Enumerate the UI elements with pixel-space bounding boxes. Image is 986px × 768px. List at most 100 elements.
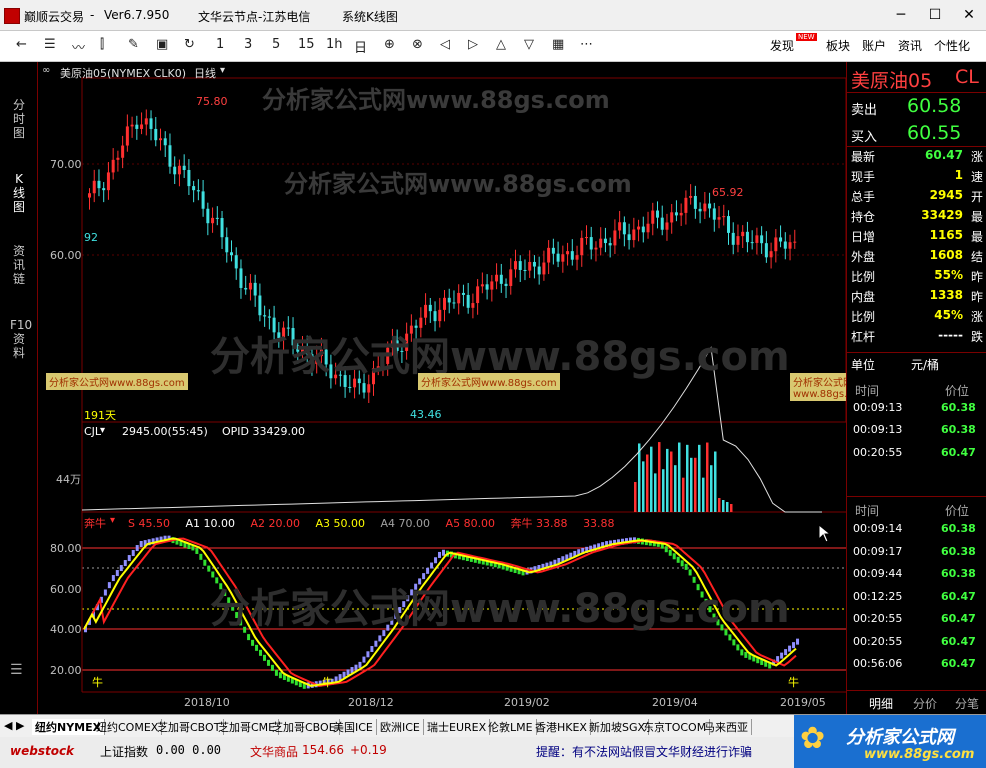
tab-ticks[interactable]: 分笔 xyxy=(955,695,979,712)
minimize-icon[interactable]: ─ xyxy=(884,0,918,30)
line-chart-icon[interactable]: 〰 xyxy=(72,37,85,56)
ind-tick-60: 60.00 xyxy=(50,583,82,596)
detail-tabs: 明细 分价 分笔 xyxy=(847,690,986,715)
tick-time: 00:56:06 xyxy=(853,657,903,670)
draw-icon[interactable]: ✎ xyxy=(128,37,139,52)
volume-bar xyxy=(682,477,685,512)
notice-text[interactable]: 提醒：有不法网站假冒文华财经进行诈骗 xyxy=(536,743,752,760)
down-icon[interactable]: ▽ xyxy=(524,37,534,52)
exchange-tab[interactable]: 芝加哥CBOT xyxy=(154,719,225,735)
candle-body xyxy=(736,236,740,245)
tab-detail[interactable]: 明细 xyxy=(869,695,893,712)
indicator-bar xyxy=(203,559,207,566)
time-header: 时间 xyxy=(855,384,880,398)
period-1h[interactable]: 1h xyxy=(326,37,343,52)
list-icon[interactable]: ☰ xyxy=(44,37,56,52)
indicator-bar xyxy=(664,546,668,553)
period-selector[interactable]: 日线 xyxy=(194,65,216,81)
indicator-bar xyxy=(426,567,430,574)
volume-chevron-icon[interactable]: ▾ xyxy=(100,425,105,436)
period-15[interactable]: 15 xyxy=(298,37,315,52)
exchange-tab[interactable]: 欧洲ICE xyxy=(377,719,424,735)
candle-body xyxy=(182,165,186,171)
row-value: 1338 xyxy=(929,288,963,302)
toolbar-discover[interactable]: 发现 xyxy=(770,37,794,54)
refresh-icon[interactable]: ↻ xyxy=(184,37,195,52)
save-icon[interactable]: ▣ xyxy=(156,37,168,52)
mouse-cursor-icon xyxy=(818,524,832,543)
quote-name: 美原油05 xyxy=(851,70,933,92)
toolbar-account[interactable]: 账户 xyxy=(862,37,886,54)
toolbar-sector[interactable]: 板块 xyxy=(826,37,850,54)
period-3[interactable]: 3 xyxy=(244,37,252,52)
indicator-bar xyxy=(251,639,255,646)
period-day[interactable]: 日 xyxy=(354,37,367,56)
candle-body xyxy=(248,282,252,290)
left-arrow-icon[interactable]: ◁ xyxy=(440,37,450,52)
tab-scroll-left-icon[interactable]: ◀ xyxy=(4,719,12,732)
candle-body xyxy=(234,255,238,269)
toolbar-news[interactable]: 资讯 xyxy=(898,37,922,54)
exchange-tab[interactable]: 马来西亚 xyxy=(701,719,752,735)
param-a1: A1 10.00 xyxy=(185,517,235,530)
tab-f10[interactable]: F10资料 xyxy=(10,318,32,360)
candle-body xyxy=(523,269,527,271)
param-bull: 奔牛 33.88 xyxy=(510,517,568,530)
param-a3: A3 50.00 xyxy=(315,517,366,530)
kline-chart[interactable]: ∞ 美原油05(NYMEX CLK0) 日线 ▾ 分析家公式网www.88gs.… xyxy=(38,62,872,714)
close-icon[interactable]: ✕ xyxy=(952,0,986,30)
volume-name[interactable]: CJL xyxy=(84,425,101,438)
candle-body xyxy=(618,222,622,231)
banner-url: www.88gs.com xyxy=(864,747,975,762)
indicator-bar xyxy=(788,645,792,652)
period-5[interactable]: 5 xyxy=(272,37,280,52)
indicator-bar xyxy=(131,550,135,557)
exchange-tab[interactable]: 纽约COMEX xyxy=(93,719,163,735)
volume-bar xyxy=(730,504,733,512)
ind-tick-20: 20.00 xyxy=(50,664,82,677)
tab-news-chain[interactable]: 资讯链 xyxy=(10,244,28,286)
tab-timeshare[interactable]: 分时图 xyxy=(10,98,28,140)
candle-body xyxy=(428,304,432,312)
indicator-bar xyxy=(107,582,111,589)
back-icon[interactable]: ← xyxy=(16,37,27,52)
exchange-tab[interactable]: 伦敦LME xyxy=(485,719,537,735)
row-extra: 最 xyxy=(970,210,983,224)
period-1[interactable]: 1 xyxy=(216,37,224,52)
exchange-tab[interactable]: 东京TOCOM xyxy=(640,719,711,735)
window-controls: ─ ☐ ✕ xyxy=(884,0,986,30)
tab-scroll-right-icon[interactable]: ▶ xyxy=(16,719,24,732)
indicator-chevron-icon[interactable]: ▾ xyxy=(110,515,115,526)
exchange-tab[interactable]: 香港HKEX xyxy=(532,719,591,735)
exchange-tab[interactable]: 美国ICE xyxy=(330,719,377,735)
tab-price-dist[interactable]: 分价 xyxy=(913,695,937,712)
right-arrow-icon[interactable]: ▷ xyxy=(468,37,478,52)
y-tick-70: 70.00 xyxy=(50,158,82,171)
link-icon[interactable]: ∞ xyxy=(42,65,50,76)
more-icon[interactable]: ⋯ xyxy=(580,37,593,52)
zoom-out-icon[interactable]: ⊗ xyxy=(412,37,423,52)
chevron-down-icon[interactable]: ▾ xyxy=(220,65,225,76)
indicator-bar xyxy=(370,646,374,653)
exchange-tab[interactable]: 瑞士EUREX xyxy=(424,719,491,735)
toolbar-personalize[interactable]: 个性化 xyxy=(934,37,970,54)
x-tick-2018-10: 2018/10 xyxy=(184,696,230,709)
menu-icon[interactable]: ☰ xyxy=(10,662,23,678)
indicator-name[interactable]: 奔牛 xyxy=(84,515,106,531)
row-key: 持仓 xyxy=(851,210,876,224)
layout-icon[interactable]: ▦ xyxy=(552,37,564,52)
up-icon[interactable]: △ xyxy=(496,37,506,52)
volume-value: 2945.00(55:45) xyxy=(122,425,208,438)
brand-logo: webstock xyxy=(10,744,75,758)
candle-body xyxy=(769,251,773,258)
tab-kline[interactable]: K线图 xyxy=(10,172,28,214)
candle-body xyxy=(779,237,783,242)
indicator-bar xyxy=(119,565,123,572)
tick-price: 60.47 xyxy=(941,634,976,648)
zoom-in-icon[interactable]: ⊕ xyxy=(384,37,395,52)
tick-time: 00:12:25 xyxy=(853,589,903,603)
indicator-bar xyxy=(668,549,672,556)
candle-icon[interactable]: ⫿ xyxy=(100,37,104,52)
maximize-icon[interactable]: ☐ xyxy=(918,0,952,30)
candle-body xyxy=(689,195,693,198)
